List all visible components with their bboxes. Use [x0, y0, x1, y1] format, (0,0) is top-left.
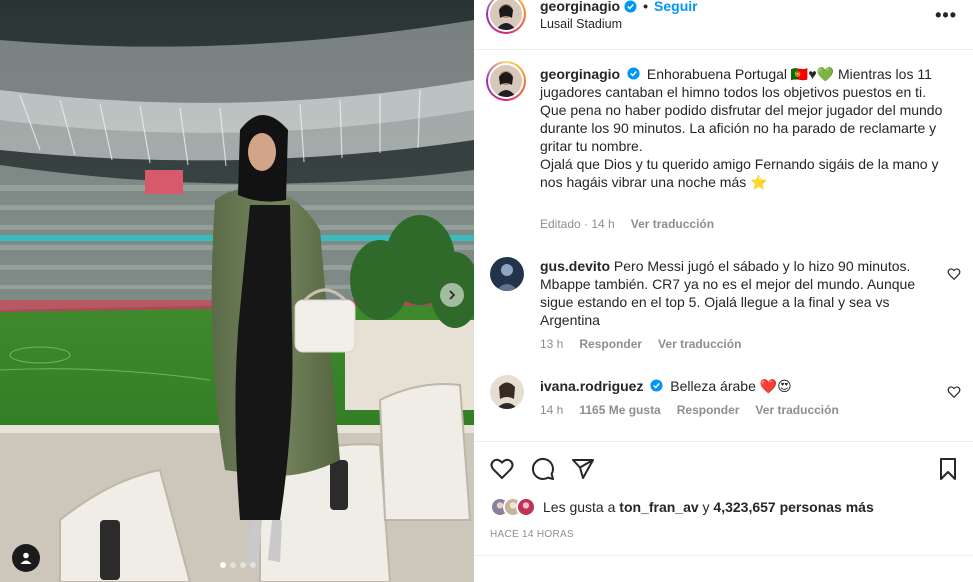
caption-username[interactable]: georginagio [540, 66, 620, 82]
caption-text: georginagio Enhorabuena Portugal 🇵🇹♥💚 Mi… [540, 65, 945, 191]
user-tag-button[interactable] [12, 544, 40, 572]
stadium-photo [0, 0, 474, 582]
follow-button[interactable]: Seguir [654, 0, 698, 14]
comment-time[interactable]: 14 h [540, 403, 563, 417]
more-options-button[interactable]: ••• [935, 5, 957, 26]
share-icon[interactable] [571, 457, 595, 481]
header-user-row: georginagio • Seguir [540, 0, 698, 14]
translate-link[interactable]: Ver traducción [658, 337, 741, 351]
reply-button[interactable]: Responder [579, 337, 642, 351]
heart-icon[interactable] [947, 385, 961, 399]
author-username[interactable]: georginagio [540, 0, 620, 14]
next-photo-button[interactable] [440, 283, 464, 307]
bookmark-icon[interactable] [936, 457, 960, 481]
user-tag-icon [20, 552, 32, 564]
carousel-dot [230, 562, 236, 568]
comment-username[interactable]: gus.devito [540, 258, 610, 274]
caption-translate-link[interactable]: Ver traducción [631, 217, 714, 231]
next-arrow-icon [449, 290, 456, 300]
action-bar [474, 453, 973, 485]
post-timestamp[interactable]: HACE 14 HORAS [490, 529, 574, 540]
likes-joiner: y [702, 499, 710, 515]
post-media[interactable] [0, 0, 474, 582]
location-link[interactable]: Lusail Stadium [540, 17, 622, 31]
comment-avatar[interactable] [490, 375, 524, 409]
caption-avatar[interactable] [486, 61, 526, 101]
likes-summary[interactable]: Les gusta a ton_fran_av y 4,323,657 pers… [490, 497, 874, 517]
likes-text: Les gusta a ton_fran_av y 4,323,657 pers… [543, 499, 874, 515]
more-icon: ••• [935, 5, 957, 25]
likes-user[interactable]: ton_fran_av [619, 499, 698, 515]
liker-avatar[interactable] [516, 497, 536, 517]
comments-list[interactable]: georginagio Enhorabuena Portugal 🇵🇹♥💚 Mi… [474, 51, 973, 442]
carousel-dot [250, 562, 256, 568]
comment-text: ivana.rodriguez Belleza árabe ❤️😍 [540, 377, 945, 395]
caption-meta: Editado · 14 h Ver traducción [540, 217, 715, 231]
post-header: georginagio • Seguir Lusail Stadium ••• [474, 0, 973, 50]
comment-meta: 13 h Responder Ver traducción [540, 337, 741, 351]
add-comment-row[interactable] [474, 555, 973, 582]
comment-body: Belleza árabe ❤️😍 [670, 378, 792, 394]
translate-link[interactable]: Ver traducción [755, 403, 838, 417]
post-side-panel: georginagio • Seguir Lusail Stadium ••• … [474, 0, 973, 582]
heart-icon[interactable] [490, 457, 514, 481]
carousel-dot [220, 562, 226, 568]
reply-button[interactable]: Responder [677, 403, 740, 417]
separator-dot: • [643, 0, 649, 14]
likes-count[interactable]: 4,323,657 personas más [713, 499, 873, 515]
comment-avatar[interactable] [490, 257, 524, 291]
caption-body-2: Que pena no haber podido disfrutar del m… [540, 102, 943, 154]
carousel-indicator [220, 562, 256, 568]
comment-meta: 14 h 1165 Me gusta Responder Ver traducc… [540, 403, 839, 417]
comment-text: gus.devito Pero Messi jugó el sábado y l… [540, 257, 945, 329]
edited-label: Editado [540, 217, 581, 231]
carousel-dot [240, 562, 246, 568]
verified-icon [624, 0, 637, 13]
comment-time[interactable]: 13 h [540, 337, 563, 351]
comment-username[interactable]: ivana.rodriguez [540, 378, 643, 394]
author-avatar[interactable] [486, 0, 526, 34]
verified-icon [627, 67, 640, 80]
comment-likes[interactable]: 1165 Me gusta [579, 403, 660, 417]
caption-body-3: Ojalá que Dios y tu querido amigo Fernan… [540, 156, 939, 190]
likes-prefix: Les gusta a [543, 499, 616, 515]
comment-icon[interactable] [531, 457, 555, 481]
verified-icon [650, 379, 663, 392]
caption-time[interactable]: 14 h [591, 217, 614, 231]
heart-icon[interactable] [947, 267, 961, 281]
